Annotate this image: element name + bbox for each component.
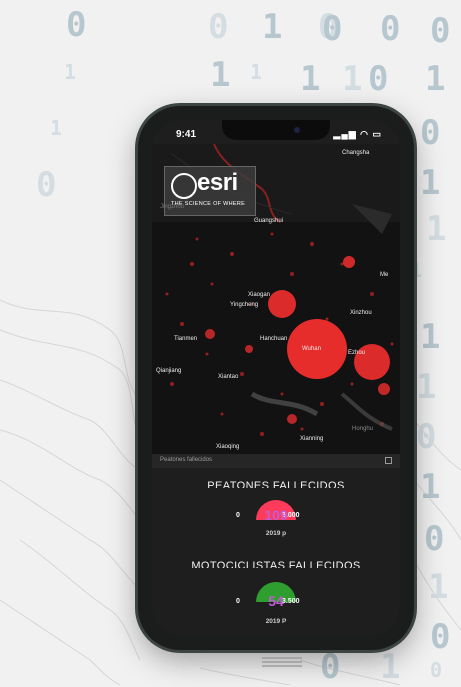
indicator-panel: PEATONES FALLECIDOS 0 3.000 109 2019 p M… — [152, 468, 400, 636]
binary-digit: 0 — [380, 9, 401, 49]
binary-digit: 1 — [416, 367, 437, 407]
status-bar: 9:41 ▂▄▆ ◠ ▭ — [152, 120, 400, 144]
gauge-subtitle: 2019 P — [265, 618, 287, 625]
binary-digit: 0 — [424, 519, 445, 559]
map-city-label: Wuhan — [302, 346, 321, 352]
map-city-label: Ezhou — [348, 350, 366, 356]
map-city-label: Jingzhou — [160, 204, 185, 210]
binary-digit: 1 — [250, 60, 263, 84]
map-city-label: Hanchuan — [260, 336, 288, 342]
map-city-label: Honghu — [352, 426, 374, 432]
binary-digit: 1 — [420, 163, 441, 203]
binary-digit: 0 — [320, 647, 341, 687]
binary-digit: 1 — [425, 59, 446, 99]
map-city-label: Guangshui — [254, 218, 284, 224]
indicator-title: PEATONES FALLECIDOS — [207, 480, 345, 488]
status-time: 9:41 — [176, 129, 197, 140]
indicator-title: MOTOCICLISTAS FALLECIDOS — [191, 560, 361, 568]
binary-digit: 1 — [262, 7, 283, 47]
status-icons: ▂▄▆ ◠ ▭ — [333, 129, 382, 139]
map-caption-bar: Peatones fallecidos — [152, 454, 400, 468]
dock-lines — [262, 657, 302, 667]
binary-digit: 1 — [64, 60, 77, 84]
binary-digit: 1 — [420, 467, 441, 507]
binary-digit: 0 — [208, 7, 229, 47]
binary-digit: 0 — [322, 9, 343, 49]
binary-digit: 1 — [50, 116, 63, 140]
expand-icon[interactable] — [385, 457, 392, 464]
map-view[interactable]: esri THE SCIENCE OF WHERE Changsha Guang… — [152, 144, 400, 454]
map-city-label: Tianmen — [174, 336, 198, 342]
map-city-label: Xiaogan — [248, 292, 271, 298]
binary-digit: 1 — [428, 567, 449, 607]
gauge-value: 109 — [264, 507, 288, 523]
map-city-label: Xianning — [300, 436, 324, 442]
gauge-value: 54 — [268, 593, 284, 609]
map-city-label: Xiantao — [218, 374, 239, 380]
map-city-label: Qianjiang — [156, 368, 182, 374]
phone-frame: 9:41 ▂▄▆ ◠ ▭ esri THE SCIENCE OF WHERE C… — [138, 106, 414, 650]
indicator-pedestrians: PEATONES FALLECIDOS 0 3.000 109 2019 p — [152, 480, 400, 550]
binary-digit: 1 — [380, 647, 401, 687]
binary-digit: 0 — [368, 59, 389, 99]
binary-digit: 0 — [430, 11, 451, 51]
binary-digit: 1 — [342, 59, 363, 99]
map-city-label: Xiaoqing — [216, 444, 240, 450]
binary-digit: 0 — [36, 165, 57, 205]
map-caption: Peatones fallecidos — [160, 457, 213, 463]
binary-digit: 0 — [416, 417, 437, 457]
map-city-label: Yingcheng — [230, 302, 259, 308]
map-city-label: Xinzhou — [350, 310, 372, 316]
binary-digit: 1 — [210, 55, 231, 95]
map-city-label: Me — [380, 272, 389, 278]
globe-icon — [171, 173, 197, 199]
binary-digit: 0 — [430, 617, 451, 657]
binary-digit: 0 — [430, 658, 443, 682]
binary-digit: 1 — [420, 317, 441, 357]
binary-digit: 0 — [66, 5, 87, 45]
binary-digit: 1 — [426, 209, 447, 249]
map-city-label: Changsha — [342, 150, 370, 156]
logo-brand: esri — [197, 169, 238, 196]
phone-screen: 9:41 ▂▄▆ ◠ ▭ esri THE SCIENCE OF WHERE C… — [152, 120, 400, 636]
gauge-subtitle: 2019 p — [265, 530, 287, 537]
binary-digit: 1 — [300, 59, 321, 99]
indicator-motorcyclists: MOTOCICLISTAS FALLECIDOS 0 3.500 54 2019… — [152, 560, 400, 636]
binary-digit: 0 — [420, 113, 441, 153]
